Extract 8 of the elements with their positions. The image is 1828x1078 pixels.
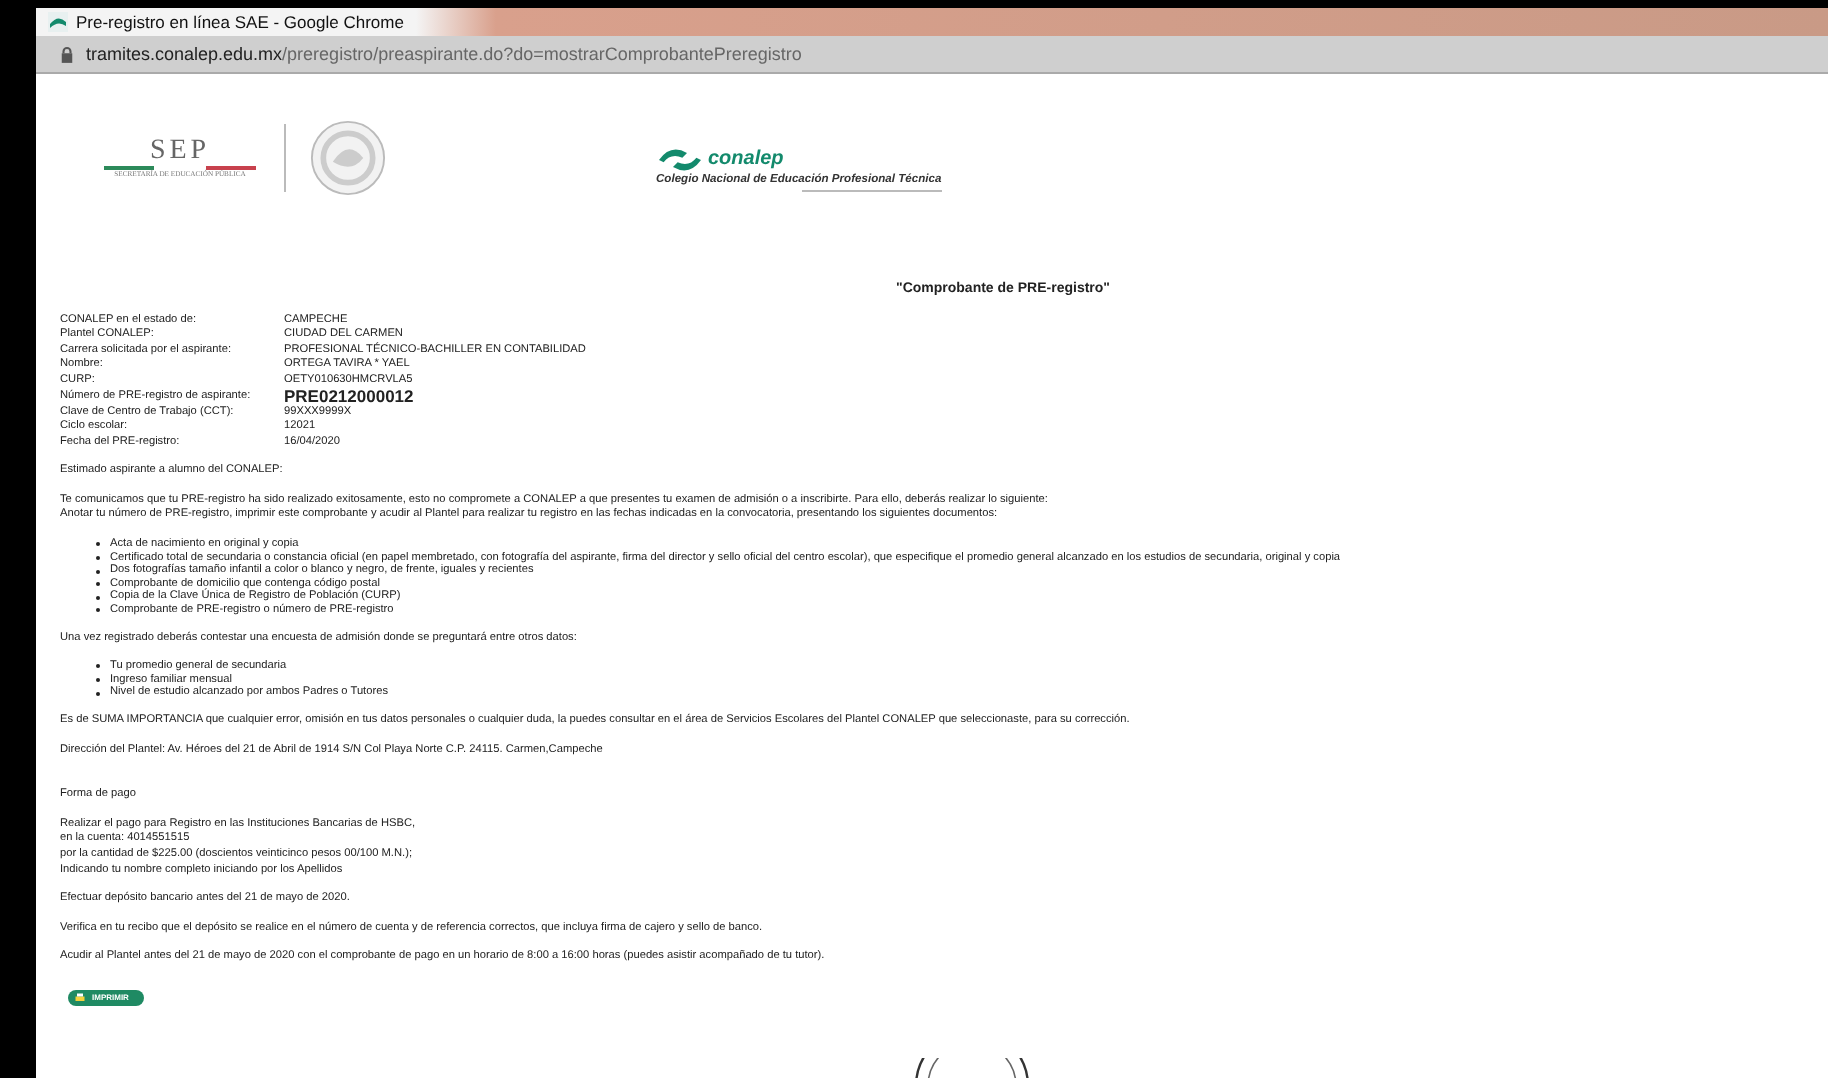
window-title: Pre-registro en línea SAE - Google Chrome (76, 12, 404, 32)
printer-icon (74, 991, 86, 1004)
lock-icon (60, 45, 74, 63)
page-icon (48, 12, 68, 32)
url-text: tramites.conalep.edu.mx/preregistro/preaspirante.do?do=mostrarComprobantePreregistro (86, 44, 802, 64)
seal-icon (310, 120, 386, 196)
address-bar[interactable]: tramites.conalep.edu.mx/preregistro/preaspirante.do?do=mostrarComprobantePreregistro (36, 36, 1828, 74)
field-value: PRE0212000012 (284, 388, 416, 407)
